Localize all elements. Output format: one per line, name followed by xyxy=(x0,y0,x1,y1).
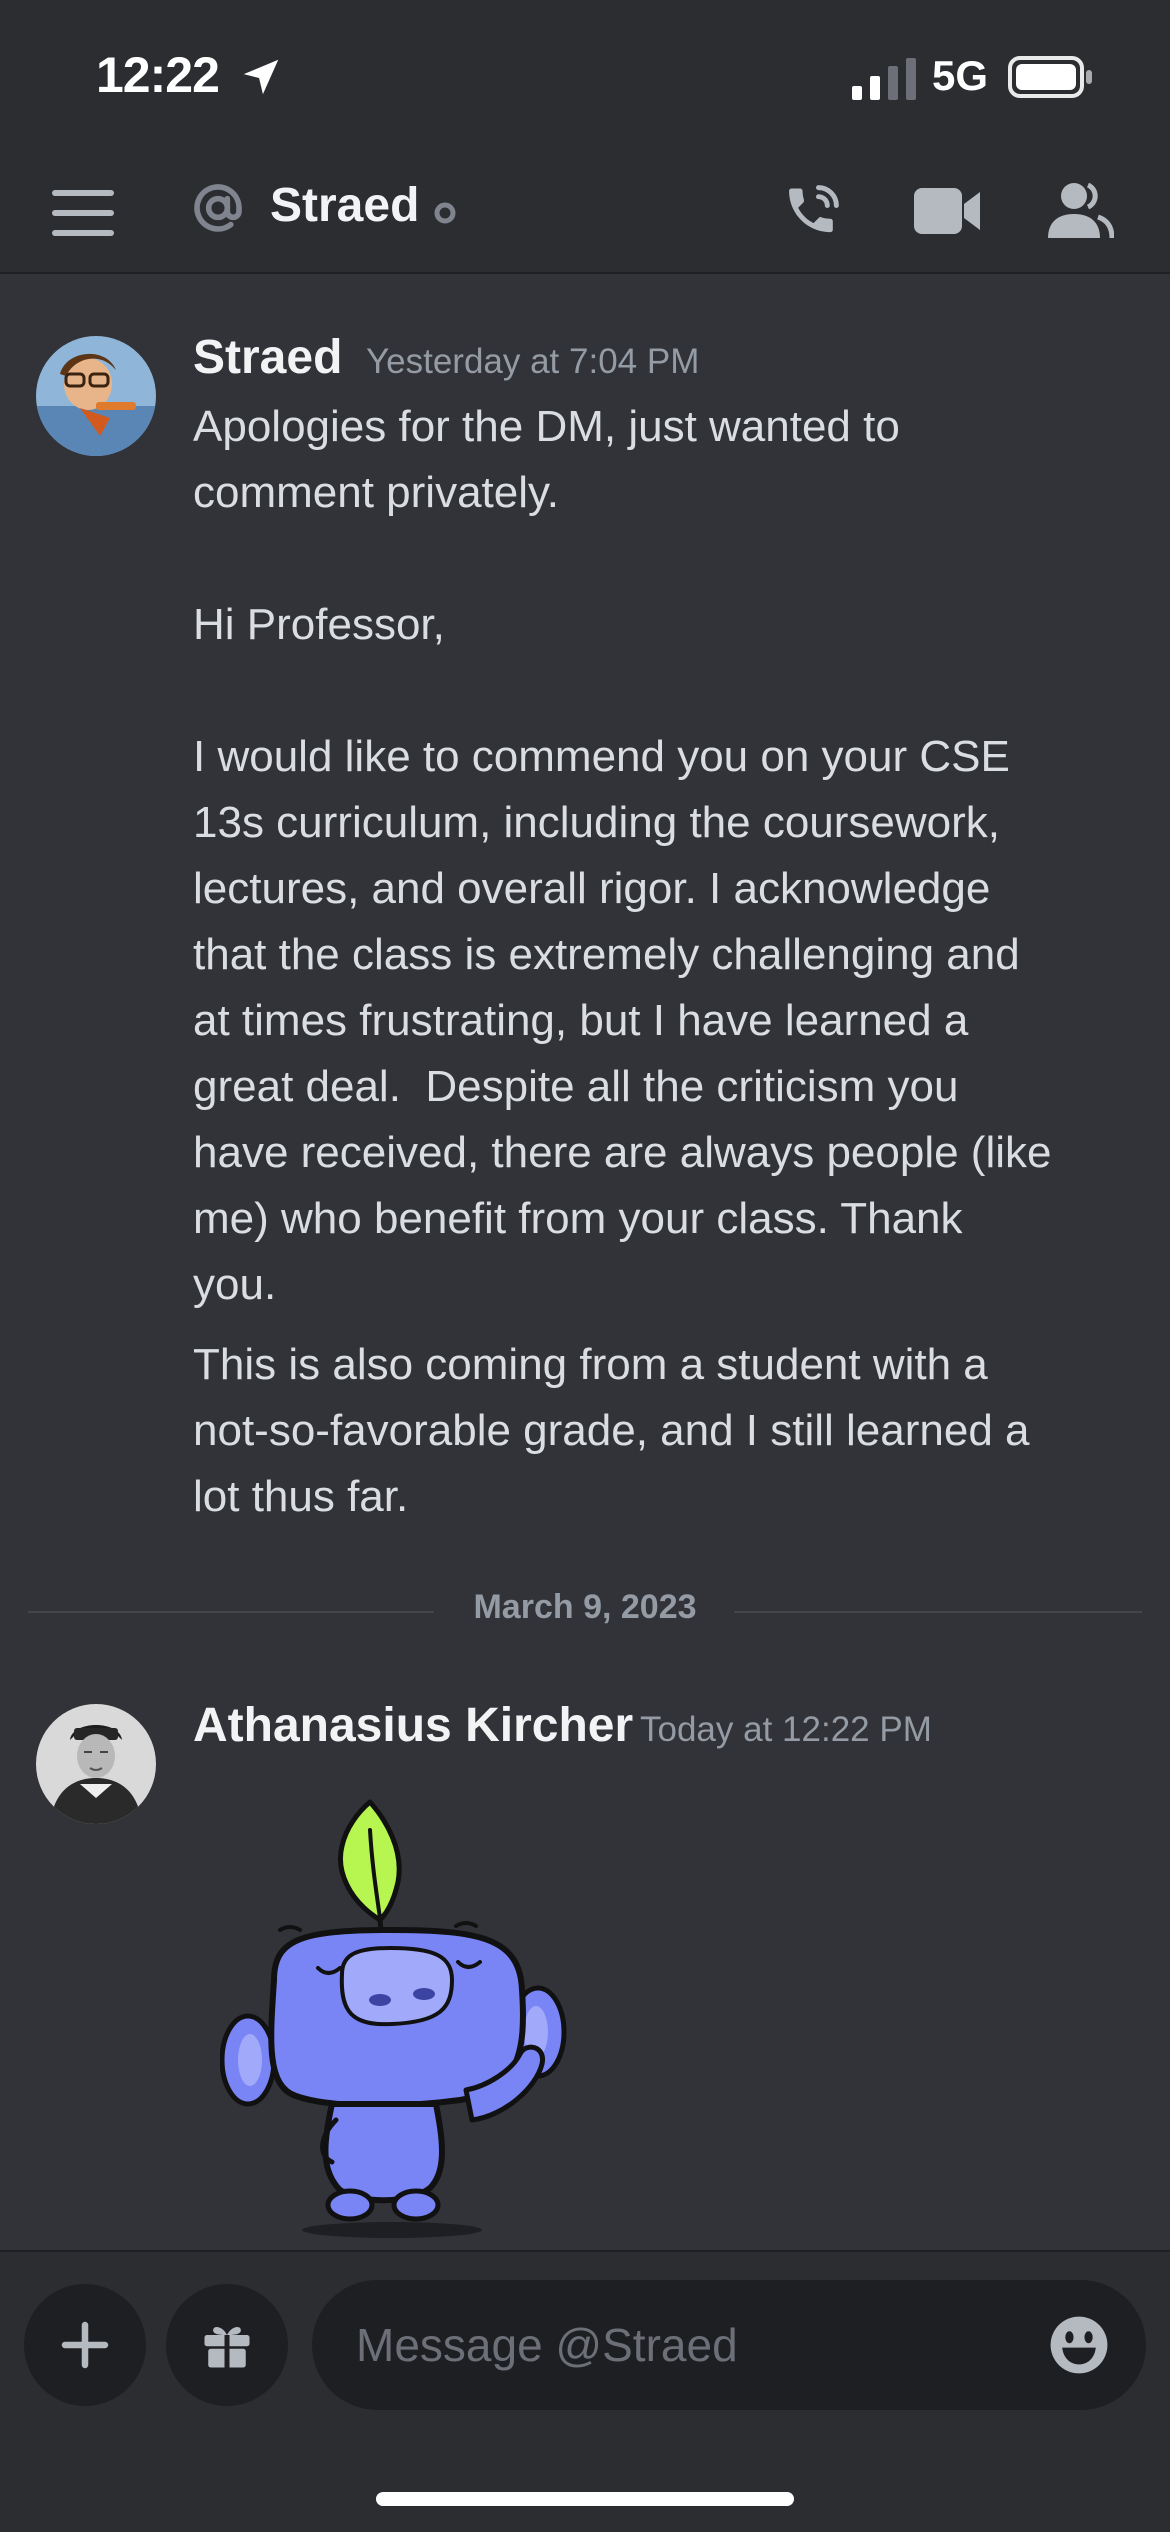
members-icon[interactable] xyxy=(1048,180,1114,242)
message-author[interactable]: Straed xyxy=(193,330,342,385)
message-composer xyxy=(0,2250,1170,2532)
message-timestamp: Today at 12:22 PM xyxy=(640,1710,932,1749)
plus-icon xyxy=(61,2321,109,2369)
message-input[interactable] xyxy=(356,2280,1016,2410)
avatar[interactable] xyxy=(36,1704,156,1824)
at-icon xyxy=(194,184,242,232)
add-attachment-button[interactable] xyxy=(24,2284,146,2406)
status-time: 12:22 xyxy=(96,47,220,103)
channel-header: Straed xyxy=(0,150,1170,274)
message-box[interactable] xyxy=(312,2280,1146,2410)
status-dot xyxy=(434,202,456,224)
message-timestamp: Yesterday at 7:04 PM xyxy=(366,342,700,381)
message-text: This is also coming from a student with … xyxy=(193,1340,1030,1521)
avatar[interactable] xyxy=(36,336,156,456)
divider-date: March 9, 2023 xyxy=(473,1588,697,1626)
video-icon[interactable] xyxy=(914,184,982,238)
message-text: Apologies for the DM, just wanted to com… xyxy=(193,402,1052,1309)
gift-button[interactable] xyxy=(166,2284,288,2406)
menu-icon[interactable] xyxy=(52,188,114,238)
home-indicator[interactable] xyxy=(376,2492,794,2506)
signal-icon xyxy=(852,58,916,100)
status-bar: 12:22 5G xyxy=(0,0,1170,150)
network-type: 5G xyxy=(932,52,989,99)
message-author[interactable]: Athanasius Kircher xyxy=(193,1698,633,1753)
call-icon[interactable] xyxy=(780,178,846,244)
dm-username[interactable]: Straed xyxy=(270,178,419,233)
location-arrow-icon xyxy=(243,59,279,95)
wumpus-sticker[interactable] xyxy=(220,1790,600,2250)
gift-icon xyxy=(204,2326,250,2368)
emoji-icon[interactable] xyxy=(1048,2314,1110,2376)
battery-icon xyxy=(1008,56,1092,98)
